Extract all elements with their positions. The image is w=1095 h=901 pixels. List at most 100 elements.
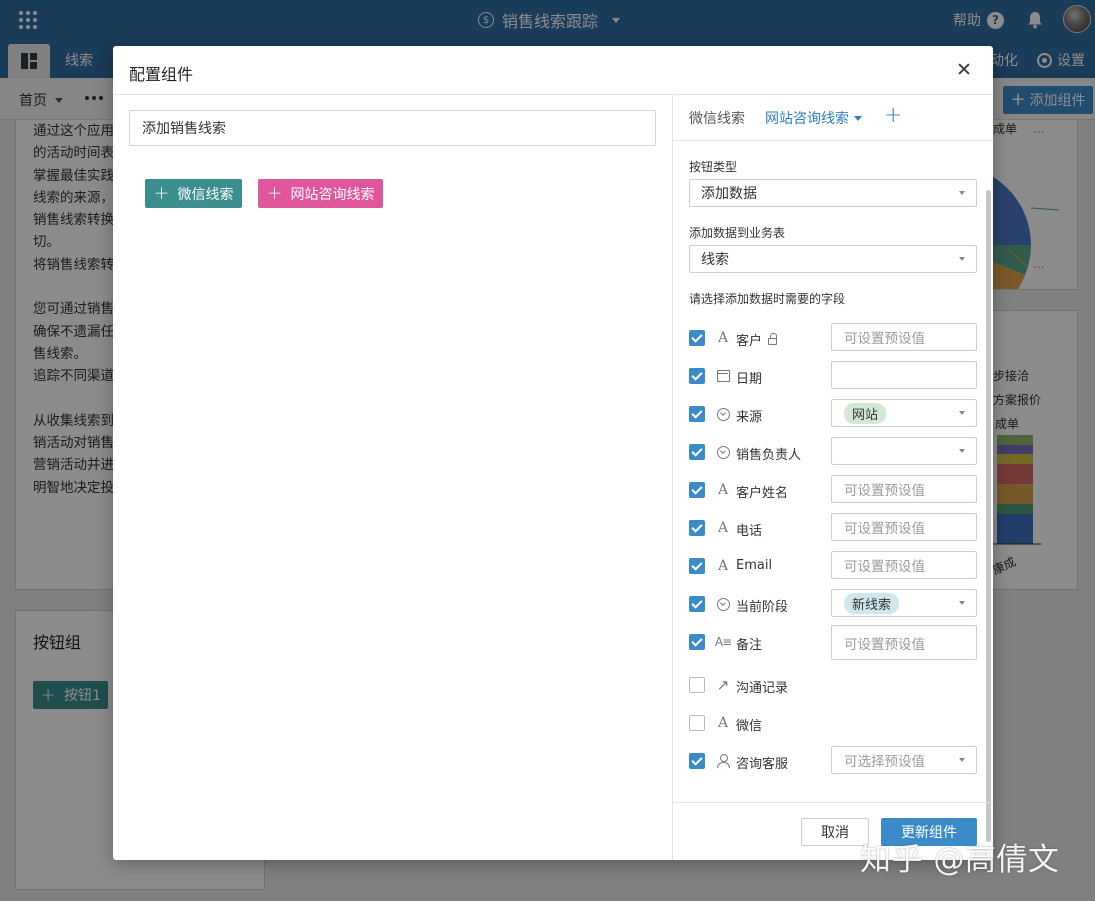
settings-pane: 微信线索 网站咨询线索 + 按钮类型 添加数据 添加数据到业务表 线索 请选择添…	[673, 95, 993, 860]
field-name-text: 当前阶段	[736, 600, 789, 615]
target-table-select[interactable]: 线索	[689, 245, 977, 273]
field-name: 客户	[736, 330, 778, 349]
field-name: 备注	[736, 634, 762, 653]
field-checkbox[interactable]	[689, 753, 705, 769]
widget-title-input[interactable]: 添加销售线索	[129, 110, 656, 146]
chevron-down-icon	[959, 411, 965, 415]
placeholder-text: 可设置预设值	[844, 559, 925, 575]
user-icon	[714, 752, 732, 770]
field-row: 销售负责人	[689, 435, 979, 469]
chevron-down-icon	[959, 758, 965, 762]
field-checkbox[interactable]	[689, 677, 705, 693]
field-checkbox[interactable]	[689, 368, 705, 384]
field-default-input[interactable]: 可设置预设值	[831, 551, 977, 579]
field-name-text: 来源	[736, 410, 763, 425]
text-icon: A	[717, 558, 729, 574]
calendar-icon	[714, 367, 732, 385]
option-icon	[714, 595, 732, 613]
field-default-select[interactable]: 新线索	[831, 589, 977, 617]
field-checkbox[interactable]	[689, 520, 705, 536]
field-name-text: 客户姓名	[736, 486, 789, 501]
field-name-text: 客户	[736, 334, 763, 349]
tab-web-lead[interactable]: 网站咨询线索	[765, 108, 862, 128]
text-icon: A	[717, 520, 729, 536]
scrollbar[interactable]	[986, 190, 991, 842]
add-button-icon[interactable]: +	[884, 103, 902, 128]
close-icon[interactable]	[956, 61, 972, 77]
chevron-down-icon	[959, 449, 965, 453]
field-name-text: 销售负责人	[736, 448, 802, 463]
field-default-select[interactable]: 可选择预设值	[831, 746, 977, 774]
field-name: 沟通记录	[736, 677, 788, 696]
web-lead-button[interactable]: + 网站咨询线索	[258, 179, 383, 208]
field-name: 销售负责人	[736, 444, 801, 463]
configure-widget-dialog: 配置组件 添加销售线索 + 微信线索 + 网站咨询线索 微信线索 网站咨询线索 …	[113, 46, 993, 860]
field-row: A 微信	[689, 706, 979, 740]
field-checkbox[interactable]	[689, 715, 705, 731]
long-text-icon: A≡	[714, 635, 732, 649]
field-default-input[interactable]: 可设置预设值	[831, 513, 977, 541]
chevron-down-icon	[959, 257, 965, 261]
field-checkbox[interactable]	[689, 406, 705, 422]
placeholder-text: 可设置预设值	[844, 636, 925, 653]
tab-web-lead-label: 网站咨询线索	[765, 111, 849, 127]
chevron-down-icon	[959, 191, 965, 195]
placeholder-text: 可设置预设值	[844, 483, 925, 499]
plus-icon: +	[153, 182, 170, 204]
dialog-title: 配置组件	[129, 65, 194, 84]
field-row: 日期	[689, 359, 979, 393]
field-row: A≡ 备注 可设置预设值	[689, 625, 979, 660]
field-checkbox[interactable]	[689, 482, 705, 498]
text-icon: A	[717, 330, 729, 346]
field-default-input[interactable]: 可设置预设值	[831, 323, 977, 351]
chevron-down-icon	[854, 115, 862, 121]
placeholder-text: 可选择预设值	[844, 754, 925, 770]
field-checkbox[interactable]	[689, 558, 705, 574]
fields-label: 请选择添加数据时需要的字段	[689, 292, 846, 306]
divider	[673, 802, 993, 803]
field-name-text: 日期	[736, 372, 763, 387]
target-table-label: 添加数据到业务表	[689, 226, 786, 240]
cancel-button[interactable]: 取消	[801, 818, 869, 846]
button-type-value: 添加数据	[701, 186, 757, 202]
button-type-label: 按钮类型	[689, 160, 738, 174]
field-checkbox[interactable]	[689, 444, 705, 460]
field-name: Email	[736, 558, 772, 573]
field-name: 微信	[736, 715, 762, 734]
field-name: 电话	[736, 520, 762, 539]
field-default-input[interactable]: 可设置预设值	[831, 475, 977, 503]
field-row: A Email 可设置预设值	[689, 549, 979, 583]
target-table-value: 线索	[701, 252, 729, 268]
field-name: 来源	[736, 406, 762, 425]
option-tag: 网站	[844, 402, 887, 424]
field-checkbox[interactable]	[689, 596, 705, 612]
field-default-select[interactable]: 网站	[831, 399, 977, 427]
field-row: A 客户姓名 可设置预设值	[689, 473, 979, 507]
placeholder-text: 可设置预设值	[844, 331, 925, 347]
field-name: 客户姓名	[736, 482, 788, 501]
field-name: 咨询客服	[736, 753, 788, 772]
preview-pane: 添加销售线索 + 微信线索 + 网站咨询线索	[113, 95, 672, 860]
field-default-input[interactable]	[831, 361, 977, 389]
watermark: 知乎 @高倩文	[860, 842, 1060, 878]
field-default-select[interactable]	[831, 437, 977, 465]
option-icon	[714, 443, 732, 461]
field-name-text: 电话	[736, 524, 763, 539]
wechat-lead-button[interactable]: + 微信线索	[145, 179, 242, 208]
chevron-down-icon	[959, 601, 965, 605]
field-row: 来源 网站	[689, 397, 979, 431]
field-row: ↗ 沟通记录	[689, 668, 979, 702]
field-name-text: 咨询客服	[736, 757, 789, 772]
link-icon: ↗	[716, 676, 730, 694]
wechat-lead-label: 微信线索	[177, 186, 234, 203]
field-row: A 电话 可设置预设值	[689, 511, 979, 545]
field-name-text: 备注	[736, 638, 763, 653]
field-row: 当前阶段 新线索	[689, 587, 979, 621]
field-default-input[interactable]: 可设置预设值	[831, 625, 977, 660]
field-checkbox[interactable]	[689, 634, 705, 650]
field-checkbox[interactable]	[689, 330, 705, 346]
field-name-text: 微信	[736, 719, 763, 734]
button-type-select[interactable]: 添加数据	[689, 179, 977, 207]
tab-wechat-lead[interactable]: 微信线索	[689, 108, 745, 128]
field-name-text: Email	[736, 558, 773, 573]
